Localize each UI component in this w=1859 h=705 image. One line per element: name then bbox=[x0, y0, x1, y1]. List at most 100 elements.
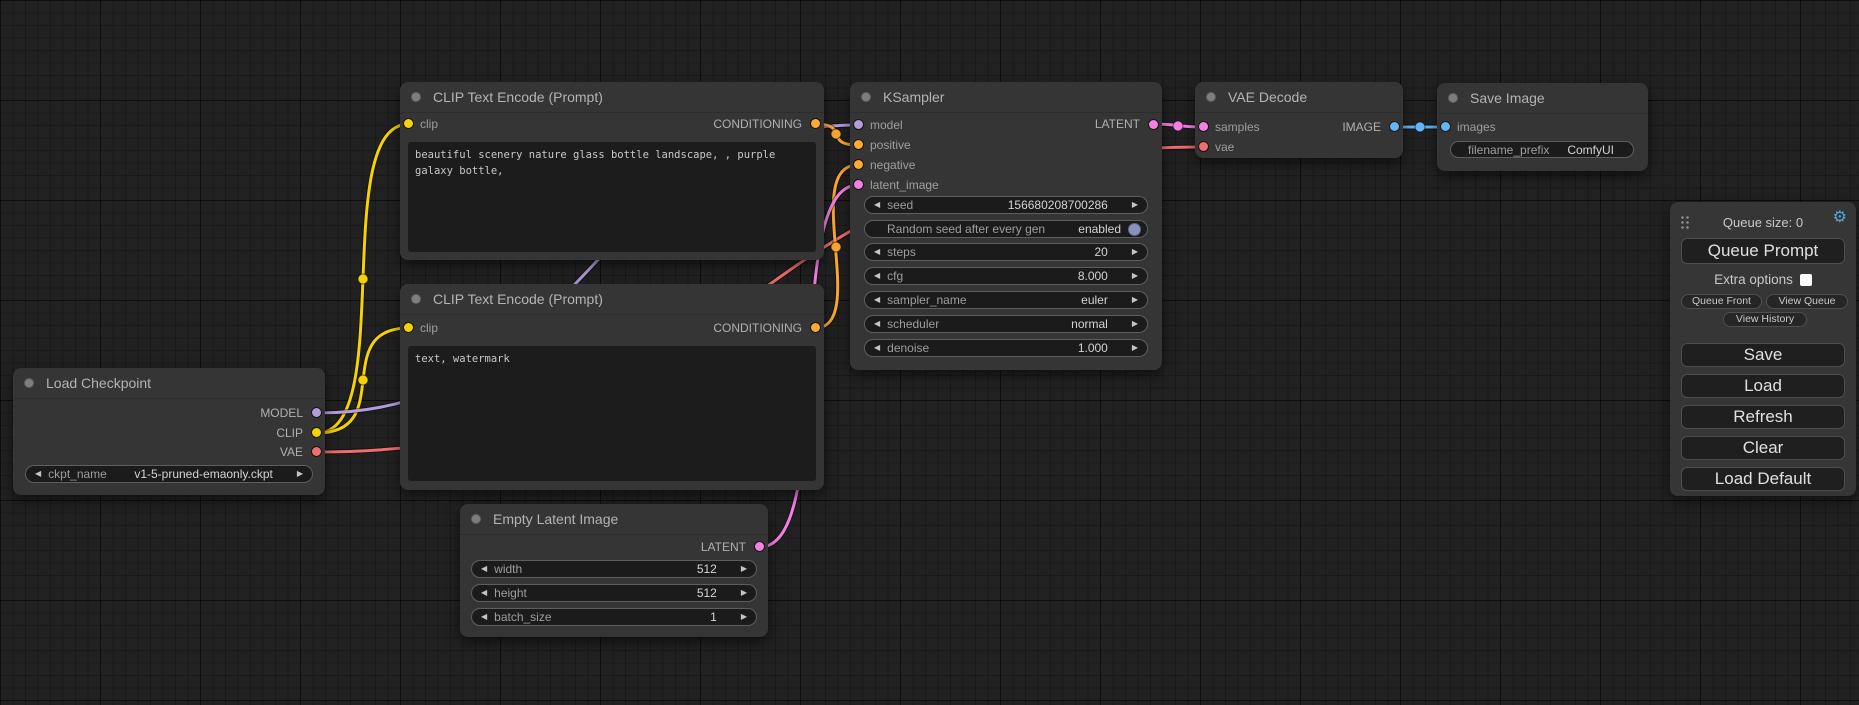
decrement-arrow-icon[interactable]: ◀ bbox=[35, 470, 41, 478]
collapse-dot-icon[interactable] bbox=[471, 514, 481, 524]
cfg-widget[interactable]: ◀ cfg 8.000 ▶ bbox=[864, 267, 1148, 285]
node-title: KSampler bbox=[850, 82, 1162, 113]
widget-label: denoise bbox=[887, 341, 929, 355]
random-seed-toggle-icon[interactable] bbox=[1128, 223, 1141, 236]
filename-prefix-widget[interactable]: filename_prefix ComfyUI bbox=[1450, 141, 1634, 158]
decrement-arrow-icon[interactable]: ◀ bbox=[874, 272, 880, 280]
node-vae-decode[interactable]: VAE Decode samples vae IMAGE bbox=[1195, 82, 1403, 158]
input-label-latent-image: latent_image bbox=[870, 175, 939, 195]
node-empty-latent-image[interactable]: Empty Latent Image LATENT ◀ width 512 ▶ … bbox=[460, 504, 768, 637]
increment-arrow-icon[interactable]: ▶ bbox=[741, 565, 747, 573]
widget-label: cfg bbox=[887, 269, 903, 283]
input-label-vae: vae bbox=[1215, 137, 1234, 157]
port-clip-output[interactable] bbox=[312, 428, 321, 437]
port-conditioning-output[interactable] bbox=[811, 119, 820, 128]
widget-value: 20 bbox=[1094, 245, 1107, 259]
load-button[interactable]: Load bbox=[1681, 374, 1845, 398]
widget-value: enabled bbox=[1078, 222, 1121, 236]
increment-arrow-icon[interactable]: ▶ bbox=[1132, 248, 1138, 256]
collapse-dot-icon[interactable] bbox=[24, 378, 34, 388]
node-clip-text-encode-negative[interactable]: CLIP Text Encode (Prompt) clip CONDITION… bbox=[400, 284, 824, 490]
sampler-name-widget[interactable]: ◀ sampler_name euler ▶ bbox=[864, 291, 1148, 309]
node-clip-text-encode-positive[interactable]: CLIP Text Encode (Prompt) clip CONDITION… bbox=[400, 82, 824, 260]
port-latent-output[interactable] bbox=[1149, 120, 1158, 129]
input-label-clip: clip bbox=[420, 318, 438, 338]
extra-options-checkbox[interactable] bbox=[1800, 274, 1812, 286]
port-vae-output[interactable] bbox=[312, 447, 321, 456]
prompt-textarea[interactable]: beautiful scenery nature glass bottle la… bbox=[408, 142, 816, 252]
widget-label: height bbox=[494, 586, 527, 600]
save-button[interactable]: Save bbox=[1681, 343, 1845, 367]
collapse-dot-icon[interactable] bbox=[411, 294, 421, 304]
settings-gear-icon[interactable]: ⚙ bbox=[1833, 210, 1847, 226]
increment-arrow-icon[interactable]: ▶ bbox=[1132, 272, 1138, 280]
port-negative-input[interactable] bbox=[854, 160, 863, 169]
node-load-checkpoint[interactable]: Load Checkpoint MODEL CLIP VAE ◀ ckpt_na… bbox=[13, 368, 325, 495]
widget-label: batch_size bbox=[494, 610, 551, 624]
widget-value: 1.000 bbox=[1078, 341, 1108, 355]
steps-widget[interactable]: ◀ steps 20 ▶ bbox=[864, 243, 1148, 261]
port-images-input[interactable] bbox=[1441, 122, 1450, 131]
output-label-latent: LATENT bbox=[1095, 114, 1140, 134]
node-save-image[interactable]: Save Image images filename_prefix ComfyU… bbox=[1437, 83, 1648, 171]
decrement-arrow-icon[interactable]: ◀ bbox=[481, 565, 487, 573]
wire-clip-to-positive bbox=[317, 124, 409, 433]
widget-value: 512 bbox=[697, 586, 717, 600]
height-widget[interactable]: ◀ height 512 ▶ bbox=[471, 584, 757, 602]
decrement-arrow-icon[interactable]: ◀ bbox=[874, 248, 880, 256]
port-conditioning-output[interactable] bbox=[811, 323, 820, 332]
increment-arrow-icon[interactable]: ▶ bbox=[1132, 320, 1138, 328]
clear-button[interactable]: Clear bbox=[1681, 436, 1845, 460]
widget-label: filename_prefix bbox=[1468, 143, 1549, 157]
node-graph-canvas[interactable]: Load Checkpoint MODEL CLIP VAE ◀ ckpt_na… bbox=[0, 0, 1859, 705]
decrement-arrow-icon[interactable]: ◀ bbox=[874, 320, 880, 328]
decrement-arrow-icon[interactable]: ◀ bbox=[481, 589, 487, 597]
output-label-vae: VAE bbox=[280, 442, 303, 462]
input-label-clip: clip bbox=[420, 114, 438, 134]
port-model-output[interactable] bbox=[312, 408, 321, 417]
decrement-arrow-icon[interactable]: ◀ bbox=[481, 613, 487, 621]
increment-arrow-icon[interactable]: ▶ bbox=[1132, 201, 1138, 209]
increment-arrow-icon[interactable]: ▶ bbox=[741, 613, 747, 621]
widget-label: Random seed after every gen bbox=[887, 222, 1045, 236]
batch-size-widget[interactable]: ◀ batch_size 1 ▶ bbox=[471, 608, 757, 626]
refresh-button[interactable]: Refresh bbox=[1681, 405, 1845, 429]
collapse-dot-icon[interactable] bbox=[1448, 93, 1458, 103]
random-seed-widget[interactable]: Random seed after every gen enabled bbox=[864, 220, 1148, 238]
denoise-widget[interactable]: ◀ denoise 1.000 ▶ bbox=[864, 339, 1148, 357]
decrement-arrow-icon[interactable]: ◀ bbox=[874, 296, 880, 304]
port-vae-input[interactable] bbox=[1199, 142, 1208, 151]
view-queue-button[interactable]: View Queue bbox=[1766, 294, 1848, 309]
collapse-dot-icon[interactable] bbox=[1206, 92, 1216, 102]
queue-front-button[interactable]: Queue Front bbox=[1681, 294, 1762, 309]
view-history-button[interactable]: View History bbox=[1723, 312, 1807, 327]
port-clip-input[interactable] bbox=[404, 323, 413, 332]
increment-arrow-icon[interactable]: ▶ bbox=[1132, 344, 1138, 352]
widget-value: v1-5-pruned-emaonly.ckpt bbox=[134, 467, 273, 481]
queue-prompt-button[interactable]: Queue Prompt bbox=[1681, 238, 1845, 264]
width-widget[interactable]: ◀ width 512 ▶ bbox=[471, 560, 757, 578]
decrement-arrow-icon[interactable]: ◀ bbox=[874, 344, 880, 352]
port-clip-input[interactable] bbox=[404, 119, 413, 128]
collapse-dot-icon[interactable] bbox=[861, 92, 871, 102]
widget-value: 8.000 bbox=[1078, 269, 1108, 283]
increment-arrow-icon[interactable]: ▶ bbox=[741, 589, 747, 597]
port-latent-output[interactable] bbox=[755, 542, 764, 551]
port-latent-image-input[interactable] bbox=[854, 180, 863, 189]
port-image-output[interactable] bbox=[1390, 122, 1399, 131]
load-default-button[interactable]: Load Default bbox=[1681, 467, 1845, 491]
ckpt-name-widget[interactable]: ◀ ckpt_name v1-5-pruned-emaonly.ckpt ▶ bbox=[25, 465, 313, 483]
node-ksampler[interactable]: KSampler model positive negative latent_… bbox=[850, 82, 1162, 370]
port-positive-input[interactable] bbox=[854, 140, 863, 149]
increment-arrow-icon[interactable]: ▶ bbox=[297, 470, 303, 478]
port-model-input[interactable] bbox=[854, 120, 863, 129]
scheduler-widget[interactable]: ◀ scheduler normal ▶ bbox=[864, 315, 1148, 333]
widget-value: ComfyUI bbox=[1567, 143, 1614, 157]
port-samples-input[interactable] bbox=[1199, 122, 1208, 131]
prompt-textarea[interactable]: text, watermark bbox=[408, 346, 816, 481]
increment-arrow-icon[interactable]: ▶ bbox=[1132, 296, 1138, 304]
seed-widget[interactable]: ◀ seed 156680208700286 ▶ bbox=[864, 196, 1148, 214]
collapse-dot-icon[interactable] bbox=[411, 92, 421, 102]
widget-label: seed bbox=[887, 198, 913, 212]
decrement-arrow-icon[interactable]: ◀ bbox=[874, 201, 880, 209]
